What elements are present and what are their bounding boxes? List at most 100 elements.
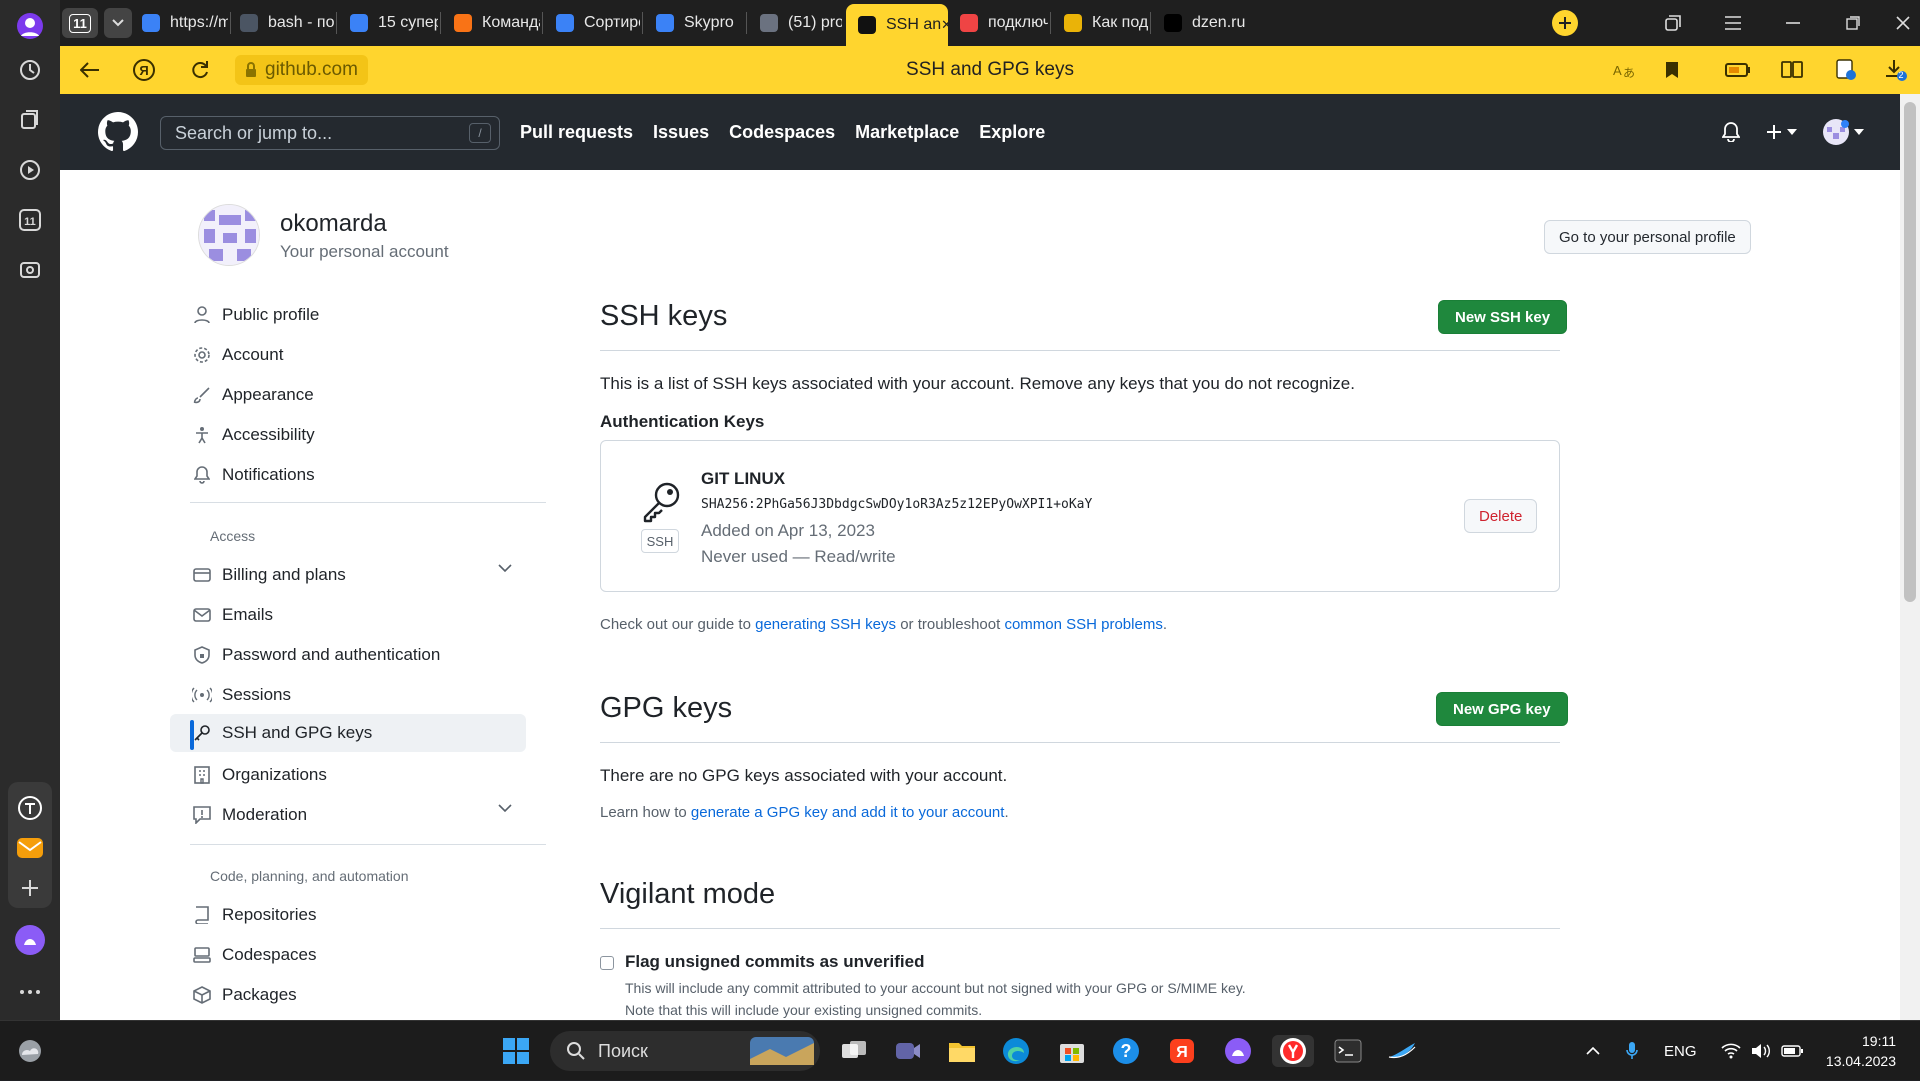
sidebar-item-billing[interactable]: Billing and plans <box>170 556 526 594</box>
sidebar-item-notifications[interactable]: Notifications <box>170 456 526 494</box>
create-new-dropdown[interactable] <box>1766 124 1797 140</box>
teams-chat-icon[interactable] <box>892 1035 924 1067</box>
restore-icon[interactable] <box>1830 0 1876 46</box>
alice-taskbar-icon[interactable] <box>1222 1035 1254 1067</box>
extension-icon[interactable] <box>1832 56 1860 84</box>
browser-tab[interactable]: (51) prof- <box>748 4 842 42</box>
input-language[interactable]: ENG <box>1664 1043 1697 1060</box>
app-shortcut-icon[interactable] <box>1386 1035 1418 1067</box>
sidebar-item-moderation[interactable]: Moderation <box>170 796 526 834</box>
nav-explore[interactable]: Explore <box>979 122 1045 143</box>
more-icon[interactable] <box>12 974 48 1010</box>
reload-icon[interactable] <box>186 56 214 84</box>
nav-codespaces[interactable]: Codespaces <box>729 122 835 143</box>
video-icon[interactable] <box>12 152 48 188</box>
battery-saver-icon[interactable] <box>1724 56 1752 84</box>
flag-unsigned-commits-label[interactable]: Flag unsigned commits as unverified <box>625 952 924 972</box>
sidebar-item-packages[interactable]: Packages <box>170 976 526 1014</box>
account-username[interactable]: okomarda <box>280 210 387 238</box>
file-explorer-icon[interactable] <box>946 1035 978 1067</box>
tab-group-counter[interactable]: 11 <box>62 8 98 38</box>
sidebar-item-appearance[interactable]: Appearance <box>170 376 526 414</box>
url-domain[interactable]: github.com <box>235 55 368 85</box>
sidebar-item-organizations[interactable]: Organizations <box>170 756 526 794</box>
close-window-icon[interactable] <box>1880 0 1920 46</box>
task-view-icon[interactable] <box>838 1035 870 1067</box>
yandex-browser-taskbar-icon[interactable] <box>1272 1035 1314 1067</box>
chevron-down-icon[interactable] <box>498 564 512 572</box>
yandex-logo-icon[interactable]: Я <box>130 56 158 84</box>
browser-tab[interactable]: dzen.ru <box>1152 4 1252 42</box>
menu-icon[interactable] <box>1710 0 1756 46</box>
browser-tab[interactable]: Как подк <box>1052 4 1148 42</box>
browser-tab[interactable]: Skypro <box>644 4 744 42</box>
nav-issues[interactable]: Issues <box>653 122 709 143</box>
translate-icon[interactable]: Aあ <box>1610 56 1638 84</box>
mail-icon[interactable] <box>12 830 48 866</box>
browser-tab[interactable]: SSH an ✕ <box>846 4 948 46</box>
collections-icon[interactable] <box>12 102 48 138</box>
minimize-icon[interactable] <box>1770 0 1816 46</box>
browser-tab[interactable]: bash - по <box>228 4 334 42</box>
browser-tab[interactable]: Команда <box>442 4 540 42</box>
nav-pull-requests[interactable]: Pull requests <box>520 122 633 143</box>
screenshot-icon[interactable] <box>12 252 48 288</box>
yandex-app-icon[interactable]: Я <box>1166 1035 1198 1067</box>
back-arrow-icon[interactable] <box>76 56 104 84</box>
tab-list-chevron-icon[interactable] <box>104 8 132 38</box>
taskbar-search-box[interactable]: Поиск <box>550 1031 820 1071</box>
common-ssh-problems-link[interactable]: common SSH problems <box>1004 616 1162 633</box>
bookmark-icon[interactable] <box>1658 56 1686 84</box>
alice-icon[interactable] <box>12 922 48 958</box>
windows-start-icon[interactable] <box>500 1035 532 1067</box>
scrollbar-thumb[interactable] <box>1904 102 1916 602</box>
nav-marketplace[interactable]: Marketplace <box>855 122 959 143</box>
wifi-icon[interactable] <box>1720 1043 1741 1059</box>
weather-widget-icon[interactable] <box>14 1035 46 1067</box>
notifications-bell-icon[interactable] <box>1722 122 1740 142</box>
generate-gpg-key-link[interactable]: generate a GPG key and add it to your ac… <box>691 804 1005 821</box>
history-icon[interactable] <box>12 52 48 88</box>
browser-tab[interactable]: Сортиров <box>544 4 640 42</box>
chevron-down-icon[interactable] <box>498 804 512 812</box>
sidebar-item-password-auth[interactable]: Password and authentication <box>170 636 526 674</box>
tab-manager-icon[interactable] <box>1650 0 1696 46</box>
sidebar-item-ssh-gpg-keys[interactable]: SSH and GPG keys <box>170 714 526 752</box>
browser-tab[interactable]: подключ <box>948 4 1048 42</box>
sidebar-item-repositories[interactable]: Repositories <box>170 896 526 934</box>
close-tab-icon[interactable]: ✕ <box>941 17 948 33</box>
tray-overflow-chevron-icon[interactable] <box>1586 1047 1600 1055</box>
sidebar-item-public-profile[interactable]: Public profile <box>170 296 526 334</box>
sidebar-item-sessions[interactable]: Sessions <box>170 676 526 714</box>
flag-unsigned-commits-checkbox[interactable] <box>600 956 614 970</box>
add-panel-icon[interactable] <box>12 870 48 906</box>
translator-icon[interactable] <box>12 790 48 826</box>
user-menu-dropdown[interactable] <box>1823 119 1864 145</box>
microsoft-store-icon[interactable] <box>1056 1035 1088 1067</box>
browser-tab[interactable]: https://m <box>130 4 228 42</box>
sidebar-item-emails[interactable]: Emails <box>170 596 526 634</box>
taskbar-clock[interactable]: 19:11 13.04.2023 <box>1826 1031 1896 1071</box>
go-to-profile-button[interactable]: Go to your personal profile <box>1544 220 1751 254</box>
downloads-icon[interactable]: 2 <box>1882 56 1910 84</box>
profile-icon[interactable] <box>12 8 48 44</box>
github-logo-icon[interactable] <box>98 112 138 152</box>
battery-icon[interactable] <box>1780 1045 1803 1057</box>
sidebar-item-account[interactable]: Account <box>170 336 526 374</box>
help-icon[interactable]: ? <box>1110 1035 1142 1067</box>
microphone-icon[interactable] <box>1626 1041 1638 1061</box>
browser-tab[interactable]: 15 супер <box>338 4 438 42</box>
new-ssh-key-button[interactable]: New SSH key <box>1438 300 1568 334</box>
reader-icon[interactable] <box>1778 56 1806 84</box>
user-avatar[interactable] <box>198 204 260 266</box>
github-search-input[interactable]: Search or jump to... / <box>160 116 500 150</box>
new-tab-button[interactable] <box>1552 10 1578 36</box>
sidebar-item-accessibility[interactable]: Accessibility <box>170 416 526 454</box>
terminal-icon[interactable] <box>1332 1035 1364 1067</box>
edge-icon[interactable] <box>1000 1035 1032 1067</box>
new-gpg-key-button[interactable]: New GPG key <box>1436 692 1568 726</box>
volume-icon[interactable] <box>1751 1043 1771 1059</box>
sidebar-item-codespaces[interactable]: Codespaces <box>170 936 526 974</box>
page-scrollbar[interactable] <box>1900 94 1920 1020</box>
delete-ssh-key-button[interactable]: Delete <box>1464 499 1538 533</box>
